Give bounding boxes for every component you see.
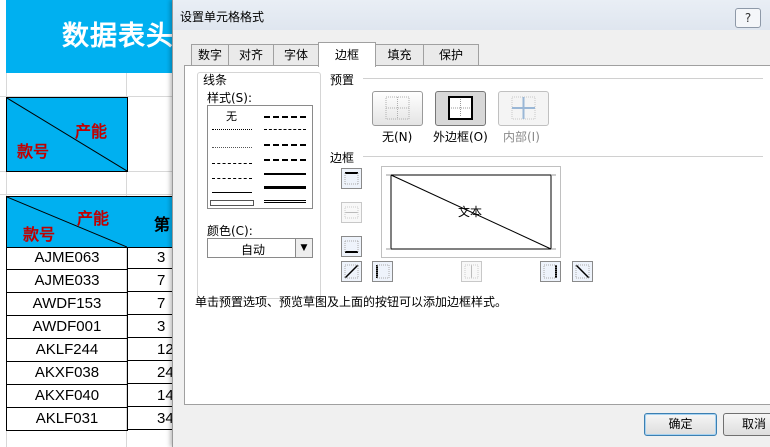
sheet-title[interactable]: 数据表头 xyxy=(62,14,174,53)
table-row[interactable]: AKXF040 14 xyxy=(6,385,174,408)
table-row[interactable]: AJME063 3 xyxy=(6,247,173,270)
diagonal-up-icon xyxy=(344,264,359,279)
preset-none-icon xyxy=(385,96,410,120)
border-top-icon xyxy=(344,172,359,185)
line-style-option[interactable] xyxy=(212,129,252,130)
value-cell[interactable]: 7 xyxy=(127,270,173,292)
line-style-option[interactable] xyxy=(212,178,252,179)
line-style-option[interactable] xyxy=(212,147,252,148)
chevron-down-icon[interactable]: ▼ xyxy=(295,239,312,257)
preset-inside-label: 内部(I) xyxy=(503,130,540,144)
value-cell[interactable]: 24 xyxy=(127,362,174,384)
color-label: 颜色(C): xyxy=(207,224,253,238)
tab-font[interactable]: 字体 xyxy=(273,44,319,65)
code-cell[interactable]: AWDF001 xyxy=(6,316,128,339)
table-row[interactable]: AKXF038 24 xyxy=(6,362,174,385)
dialog-titlebar[interactable]: 设置单元格格式 ? xyxy=(173,0,770,30)
preset-inside-button[interactable] xyxy=(498,91,549,126)
tab-number[interactable]: 数字 xyxy=(191,44,229,65)
line-style-option[interactable] xyxy=(212,163,252,164)
line-style-option[interactable] xyxy=(264,129,306,130)
border-preview[interactable]: 文本 xyxy=(381,166,561,258)
help-button[interactable]: ? xyxy=(735,8,761,28)
style-label: 样式(S): xyxy=(207,91,253,105)
preset-none-button[interactable] xyxy=(372,91,423,126)
border-diagonal-down-button[interactable] xyxy=(572,261,593,282)
diagonal-header-cell[interactable]: 产能 款号 xyxy=(6,97,128,172)
code-cell[interactable]: AKXF040 xyxy=(6,385,128,408)
border-tab-panel: 线条 样式(S): 无 颜色(C): 自动 ▼ 预置 无(N) 外边框(O) 内… xyxy=(184,65,770,405)
border-bottom-icon xyxy=(344,240,359,253)
code-cell[interactable]: AKLF244 xyxy=(6,339,128,362)
preset-outline-icon xyxy=(448,96,473,120)
border-label: 边框 xyxy=(330,151,355,165)
preset-inside-icon xyxy=(511,96,536,120)
code-cell[interactable]: AKXF038 xyxy=(6,362,128,385)
cancel-button[interactable]: 取消 xyxy=(723,413,770,436)
line-style-option[interactable] xyxy=(264,159,306,161)
value-cell[interactable]: 34 xyxy=(127,408,174,430)
line-style-none[interactable]: 无 xyxy=(226,108,237,124)
border-top-button[interactable] xyxy=(341,168,362,189)
color-select[interactable]: 自动 ▼ xyxy=(207,238,313,258)
dialog-title: 设置单元格格式 xyxy=(180,10,265,24)
table-row[interactable]: AWDF153 7 xyxy=(6,293,173,316)
line-style-option[interactable] xyxy=(264,200,306,203)
border-left-icon xyxy=(376,264,390,279)
line-style-list[interactable]: 无 xyxy=(207,105,313,209)
line-style-option[interactable] xyxy=(264,173,306,175)
line-style-option[interactable] xyxy=(264,116,306,118)
format-cells-dialog: 设置单元格格式 ? 数字 对齐 字体 边框 填充 保护 线条 样式(S): 无 xyxy=(172,0,770,447)
presets-label: 预置 xyxy=(330,73,355,87)
line-style-selected[interactable] xyxy=(210,200,254,206)
preset-none-label: 无(N) xyxy=(382,130,413,144)
border-inside-horizontal-icon xyxy=(344,206,359,219)
tab-alignment[interactable]: 对齐 xyxy=(228,44,274,65)
line-style-option[interactable] xyxy=(264,144,306,146)
header-top-text: 产能 xyxy=(77,209,110,228)
preset-outline-label: 外边框(O) xyxy=(433,130,488,144)
code-cell[interactable]: AJME063 xyxy=(6,247,128,270)
diagonal-down-icon xyxy=(575,264,590,279)
header-bottom-text: 款号 xyxy=(23,225,56,244)
value-cell[interactable]: 7 xyxy=(127,293,173,315)
border-right-icon xyxy=(543,264,557,279)
hint-text: 单击预置选项、预览草图及上面的按钮可以添加边框样式。 xyxy=(195,295,508,309)
value-cell[interactable]: 3 xyxy=(127,247,173,269)
color-value: 自动 xyxy=(241,243,266,257)
tab-protection[interactable]: 保护 xyxy=(423,44,479,65)
border-inside-horizontal-button[interactable] xyxy=(341,202,362,223)
column-header-text: 第 xyxy=(154,215,171,234)
value-cell[interactable]: 12 xyxy=(127,339,174,361)
border-inside-vertical-icon xyxy=(464,264,479,279)
border-right-button[interactable] xyxy=(540,261,561,282)
column-header-cell[interactable]: 第 xyxy=(127,196,174,248)
border-left-button[interactable] xyxy=(372,261,393,282)
header-top-text: 产能 xyxy=(75,122,108,141)
border-inside-vertical-button[interactable] xyxy=(461,261,482,282)
line-style-option[interactable] xyxy=(264,186,306,189)
value-cell[interactable]: 3 xyxy=(127,316,173,338)
table-row[interactable]: AKLF244 12 xyxy=(6,339,174,362)
tab-border[interactable]: 边框 xyxy=(318,42,376,67)
table-row[interactable]: AWDF001 3 xyxy=(6,316,173,339)
border-diagonal-up-button[interactable] xyxy=(341,261,362,282)
value-cell[interactable]: 14 xyxy=(127,385,174,407)
line-style-option[interactable] xyxy=(212,192,252,193)
code-cell[interactable]: AJME033 xyxy=(6,270,128,293)
code-cell[interactable]: AWDF153 xyxy=(6,293,128,316)
ok-button[interactable]: 确定 xyxy=(644,413,717,436)
presets-divider xyxy=(363,78,763,79)
table-row[interactable]: AKLF031 34 xyxy=(6,408,174,431)
code-cell[interactable]: AKLF031 xyxy=(6,408,128,431)
table-header-cell[interactable]: 产能 款号 xyxy=(6,196,128,248)
preview-text: 文本 xyxy=(458,205,483,219)
preset-outline-button[interactable] xyxy=(435,91,486,126)
line-group-label: 线条 xyxy=(203,73,228,87)
tab-fill[interactable]: 填充 xyxy=(375,44,424,65)
border-bottom-button[interactable] xyxy=(341,236,362,257)
table-row[interactable]: AJME033 7 xyxy=(6,270,173,293)
border-divider xyxy=(363,156,763,157)
header-bottom-text: 款号 xyxy=(17,142,50,161)
